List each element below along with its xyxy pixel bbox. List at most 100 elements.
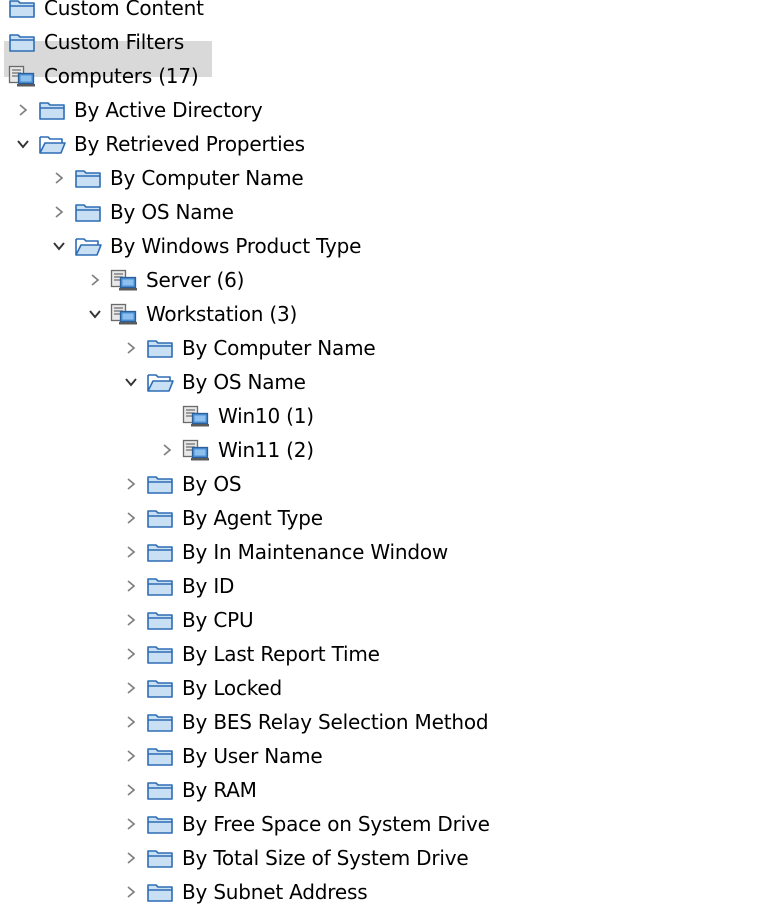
tree-item[interactable]: By Locked [120,671,286,705]
chevron-right-icon[interactable] [120,745,142,767]
navigation-tree: Custom Content Custom Filters Computers … [0,0,771,904]
folder-icon [146,642,174,666]
folder-open-icon [146,370,174,394]
chevron-right-icon[interactable] [120,609,142,631]
tree-item-label: By Locked [182,676,283,700]
chevron-right-icon[interactable] [120,643,142,665]
tree-item[interactable]: By Computer Name [48,161,308,195]
chevron-right-icon[interactable] [120,473,142,495]
folder-icon [146,812,174,836]
chevron-right-icon[interactable] [120,813,142,835]
tree-item-label: Win11 (2) [218,438,314,462]
folder-icon [8,0,36,20]
chevron-down-icon[interactable] [48,235,70,257]
tree-item-label: By Total Size of System Drive [182,846,469,870]
tree-item-label: By Agent Type [182,506,323,530]
chevron-down-icon[interactable] [12,133,34,155]
chevron-right-icon[interactable] [120,779,142,801]
chevron-right-icon[interactable] [120,677,142,699]
computer-group-icon [110,268,138,292]
tree-item-label: By Subnet Address [182,880,368,904]
tree-item[interactable]: By OS [120,467,245,501]
chevron-right-icon[interactable] [12,99,34,121]
tree-item[interactable]: Workstation (3) [84,297,301,331]
tree-item-label: Server (6) [146,268,245,292]
tree-item[interactable]: Server (6) [84,263,248,297]
tree-item[interactable]: By Windows Product Type [48,229,365,263]
folder-icon [38,98,66,122]
chevron-right-icon[interactable] [120,711,142,733]
chevron-right-icon[interactable] [48,167,70,189]
tree-item-label: By User Name [182,744,323,768]
folder-icon [146,778,174,802]
tree-item-label: By ID [182,574,235,598]
tree-item-label: By BES Relay Selection Method [182,710,489,734]
tree-item[interactable]: Custom Content [8,0,208,25]
tree-item-label: By RAM [182,778,257,802]
tree-item[interactable]: By Active Directory [12,93,267,127]
chevron-right-icon[interactable] [120,575,142,597]
folder-icon [146,574,174,598]
tree-item-label: By OS Name [110,200,234,224]
tree-item[interactable]: Win11 (2) [156,433,318,467]
tree-item[interactable]: By Subnet Address [120,875,371,909]
tree-item-label: Workstation (3) [146,302,298,326]
folder-icon [146,506,174,530]
chevron-down-icon[interactable] [120,371,142,393]
tree-item[interactable]: Custom Filters [8,25,188,59]
tree-item-label: By Windows Product Type [110,234,362,258]
tree-item[interactable]: By Retrieved Properties [12,127,309,161]
folder-open-icon [38,132,66,156]
tree-item-label: By Last Report Time [182,642,380,666]
tree-item-label: Computers (17) [44,64,199,88]
folder-icon [146,472,174,496]
tree-item-label: Win10 (1) [218,404,314,428]
folder-icon [146,676,174,700]
tree-item[interactable]: By In Maintenance Window [120,535,452,569]
computer-group-icon [110,302,138,326]
tree-item-label: By OS Name [182,370,306,394]
tree-item[interactable]: By ID [120,569,238,603]
chevron-right-icon[interactable] [120,847,142,869]
folder-icon [8,30,36,54]
tree-item[interactable]: By Last Report Time [120,637,384,671]
tree-item[interactable]: By BES Relay Selection Method [120,705,492,739]
tree-item[interactable]: By RAM [120,773,261,807]
computer-group-icon [182,438,210,462]
tree-item-label: By CPU [182,608,254,632]
chevron-down-icon[interactable] [84,303,106,325]
folder-icon [146,608,174,632]
computer-group-icon [182,404,210,428]
tree-item-label: By Computer Name [110,166,304,190]
tree-item[interactable]: By CPU [120,603,257,637]
tree-item-label: By Free Space on System Drive [182,812,490,836]
chevron-right-icon[interactable] [156,439,178,461]
tree-item-label: By Computer Name [182,336,376,360]
folder-icon [74,166,102,190]
chevron-right-icon[interactable] [48,201,70,223]
tree-item-label: By In Maintenance Window [182,540,449,564]
tree-item[interactable]: By Free Space on System Drive [120,807,494,841]
folder-icon [74,200,102,224]
tree-item[interactable]: Computers (17) [8,59,202,93]
folder-icon [146,744,174,768]
tree-item[interactable]: By Computer Name [120,331,380,365]
tree-item[interactable]: Win10 (1) [156,399,318,433]
folder-icon [146,336,174,360]
tree-item[interactable]: By User Name [120,739,326,773]
chevron-right-icon[interactable] [120,507,142,529]
tree-item-label: Custom Filters [44,30,185,54]
chevron-right-icon[interactable] [120,541,142,563]
folder-icon [146,710,174,734]
tree-item[interactable]: By OS Name [48,195,238,229]
folder-open-icon [74,234,102,258]
tree-item[interactable]: By Total Size of System Drive [120,841,473,875]
chevron-right-icon[interactable] [120,881,142,903]
chevron-right-icon[interactable] [84,269,106,291]
chevron-right-icon[interactable] [120,337,142,359]
tree-item-label: Custom Content [44,0,204,20]
tree-item[interactable]: By OS Name [120,365,310,399]
tree-item-label: By Retrieved Properties [74,132,305,156]
tree-item[interactable]: By Agent Type [120,501,327,535]
folder-icon [146,540,174,564]
